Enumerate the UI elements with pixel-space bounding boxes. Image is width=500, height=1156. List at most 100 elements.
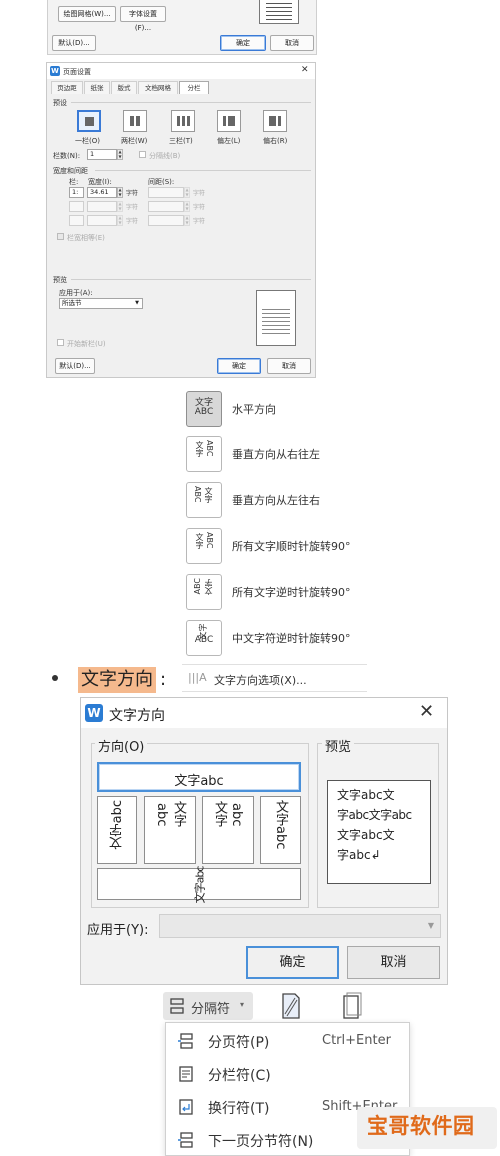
- direction-option-cjk-rotate[interactable]: 文字abc: [97, 867, 301, 903]
- direction-item-rotate-cw[interactable]: ABC 文字 所有文字顺时针旋转90°: [184, 527, 384, 565]
- col-1-spacing-spinner[interactable]: ▲ ▼: [184, 187, 190, 198]
- ok-button[interactable]: 确定: [246, 946, 339, 979]
- default-button[interactable]: 默认(D)...: [52, 35, 96, 51]
- spacing-label: 间距(S):: [148, 178, 175, 186]
- page-border-icon[interactable]: [279, 992, 303, 1020]
- direction-item-rotate-ccw[interactable]: ABC 文字 所有文字逆时针旋转90°: [184, 573, 384, 611]
- text-direction-icon: |||A: [188, 671, 207, 684]
- col-1-index: 1:: [69, 187, 84, 198]
- direction-item-vertical-ltr[interactable]: ABC 文字 垂直方向从左往右: [184, 481, 384, 519]
- drawing-grid-button[interactable]: 绘图网格(W)...: [58, 6, 116, 22]
- col-2-width-spinner[interactable]: ▲ ▼: [117, 201, 123, 212]
- menu-item-column-break[interactable]: 分栏符(C): [166, 1058, 411, 1090]
- preset-three-col[interactable]: [171, 110, 195, 132]
- equal-width-label: 栏宽相等(E): [67, 234, 105, 242]
- preview-line: 字abc文字abc: [337, 808, 412, 822]
- apply-to-value: 所选节: [62, 299, 82, 307]
- direction-item-horizontal[interactable]: 文字 ABC 水平方向: [184, 390, 384, 428]
- close-icon[interactable]: ✕: [419, 701, 434, 722]
- cancel-button[interactable]: 取消: [267, 358, 311, 374]
- direction-option-horizontal[interactable]: 文字abc: [97, 762, 301, 792]
- col-3-unit: 字符: [126, 218, 139, 225]
- preset-one-col[interactable]: [77, 110, 101, 132]
- page-thumbnail: [259, 0, 299, 24]
- text-direction-options-item[interactable]: |||A 文字方向选项(X)...: [182, 664, 367, 692]
- close-icon[interactable]: ✕: [301, 65, 309, 75]
- preset-two-col-label: 两栏(W): [121, 137, 148, 145]
- font-settings-button[interactable]: 字体设置(F)...: [120, 6, 166, 32]
- separator-checkbox[interactable]: [139, 151, 146, 158]
- presets-label: 预设: [53, 99, 67, 107]
- apply-to-select[interactable]: ▼: [159, 914, 441, 938]
- text-direction-dialog: W 文字方向 ✕ 方向(O) 文字abc 文字abc 文字 abc 文字 abc…: [80, 697, 448, 985]
- bullet: [52, 675, 58, 681]
- option-text-col2: abc: [154, 803, 169, 827]
- col-3-spacing-spinner[interactable]: ▲ ▼: [184, 215, 190, 226]
- option-text: 文字abc: [110, 800, 125, 850]
- text-direction-options-label: 文字方向选项(X)...: [214, 674, 307, 687]
- wps-logo-icon: W: [85, 704, 103, 722]
- preset-two-col[interactable]: [123, 110, 147, 132]
- preset-right[interactable]: [263, 110, 287, 132]
- direction-item-rotate-cjk[interactable]: 文字 ABC 中文字符逆时针旋转90°: [184, 619, 384, 657]
- direction-option-vertical-ltr[interactable]: 文字 abc: [202, 796, 254, 864]
- col-3-spacing-input[interactable]: [148, 215, 184, 226]
- col-1-width-spinner[interactable]: ▲ ▼: [117, 187, 123, 198]
- preview-page: [256, 290, 296, 346]
- width-label: 宽度(I):: [88, 178, 112, 186]
- num-cols-label: 栏数(N):: [53, 152, 81, 160]
- preview-line: 文字abc文: [337, 828, 395, 842]
- col-2-spacing-spinner[interactable]: ▲ ▼: [184, 201, 190, 212]
- direction-option-vertical-rtl[interactable]: 文字 abc: [144, 796, 196, 864]
- option-text: 文字abc: [174, 774, 224, 789]
- menu-item-label: 分栏符(C): [208, 1068, 271, 1084]
- menu-item-page-break[interactable]: 分页符(P) Ctrl+Enter: [166, 1025, 411, 1057]
- menu-item-label: 分页符(P): [208, 1035, 270, 1051]
- ok-button[interactable]: 确定: [217, 358, 261, 374]
- ok-button[interactable]: 确定: [220, 35, 266, 51]
- vertical-rtl-icon: ABC 文字: [186, 436, 222, 472]
- tab-paper[interactable]: 纸张: [84, 81, 110, 94]
- horizontal-text-icon: 文字 ABC: [186, 391, 222, 427]
- cancel-button[interactable]: 取消: [347, 946, 440, 979]
- col-2-spacing-input[interactable]: [148, 201, 184, 212]
- col-1-spacing-input[interactable]: [148, 187, 184, 198]
- chevron-down-icon: ▼: [135, 300, 139, 306]
- tab-columns[interactable]: 分栏: [179, 81, 209, 94]
- col-1-width-input[interactable]: 34.61: [87, 187, 117, 198]
- menu-item-label: 下一页分节符(N): [208, 1134, 314, 1150]
- dialog-title: 文字方向: [109, 708, 165, 724]
- section-break-icon: [178, 1132, 193, 1148]
- preset-left[interactable]: [217, 110, 241, 132]
- col-2-width-input[interactable]: [87, 201, 117, 212]
- direction-item-vertical-rtl[interactable]: ABC 文字 垂直方向从右往左: [184, 435, 384, 473]
- page-setup-dialog: W 页面设置 ✕ 页边距 纸张 版式 文档网格 分栏 预设 一栏(O) 两栏(W…: [46, 62, 316, 378]
- preset-right-label: 偏右(R): [263, 137, 288, 145]
- cancel-button[interactable]: 取消: [270, 35, 314, 51]
- col-3-width-spinner[interactable]: ▲ ▼: [117, 215, 123, 226]
- tab-doc-grid[interactable]: 文档网格: [138, 81, 178, 94]
- col-3-width-input[interactable]: [87, 215, 117, 226]
- icon-text-col2: 文字: [204, 487, 213, 503]
- direction-group-label: 方向(O): [95, 736, 148, 755]
- direction-option-rotate-cw[interactable]: 文字abc: [260, 796, 301, 864]
- num-cols-spinner[interactable]: ▲ ▼: [117, 149, 123, 160]
- default-button[interactable]: 默认(D)...: [55, 358, 95, 374]
- num-cols-input[interactable]: 1: [87, 149, 117, 160]
- page-break-icon: [178, 1033, 193, 1049]
- ribbon-strip: 分隔符 ▾: [163, 990, 407, 1022]
- new-col-checkbox[interactable]: [57, 339, 64, 346]
- direction-label: 垂直方向从右往左: [232, 448, 320, 461]
- direction-option-rotate-ccw[interactable]: 文字abc: [97, 796, 137, 864]
- direction-label: 所有文字逆时针旋转90°: [232, 586, 351, 599]
- direction-label: 垂直方向从左往右: [232, 494, 320, 507]
- preview-box: 文字abc文 字abc文字abc 文字abc文 字abc↲: [327, 780, 431, 884]
- tab-layout[interactable]: 版式: [111, 81, 137, 94]
- tab-margins[interactable]: 页边距: [51, 81, 83, 94]
- page-icon[interactable]: [339, 992, 363, 1020]
- apply-to-select[interactable]: 所选节 ▼: [59, 298, 143, 309]
- rotate-cjk-ccw-icon: 文字 ABC: [186, 620, 222, 656]
- preview-group-label: 预览: [322, 736, 355, 755]
- equal-width-checkbox[interactable]: [57, 233, 64, 240]
- separator-button[interactable]: 分隔符 ▾: [163, 992, 253, 1020]
